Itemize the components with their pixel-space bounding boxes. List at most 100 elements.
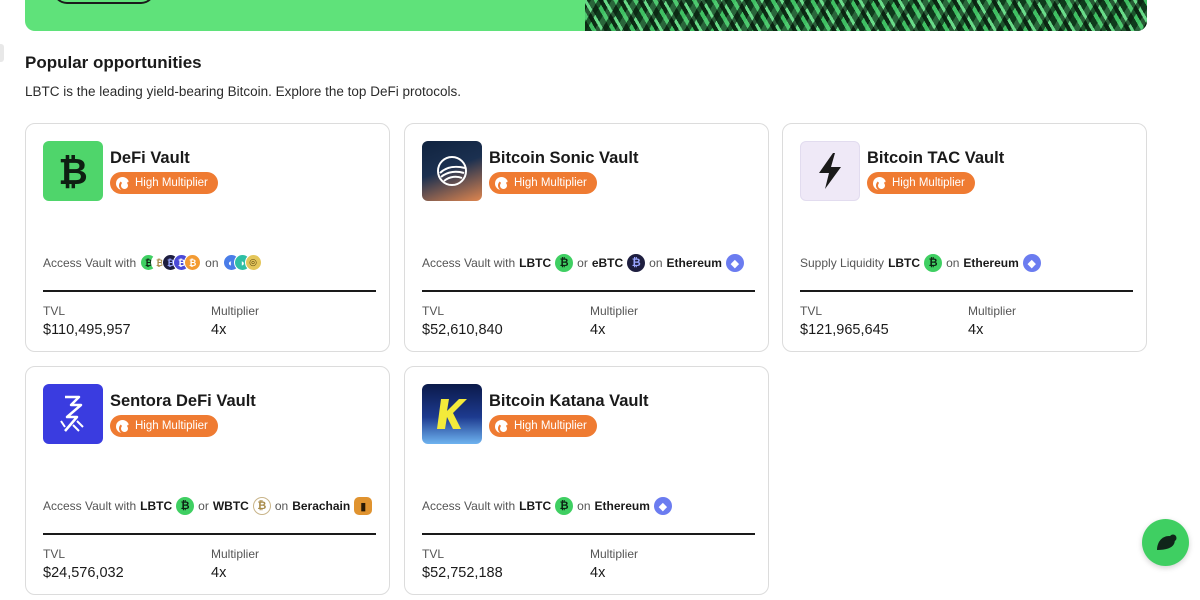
vault-card-tac[interactable]: Bitcoin TAC Vault High Multiplier Supply… bbox=[782, 123, 1147, 352]
multiplier-label: Multiplier bbox=[590, 547, 639, 561]
high-multiplier-badge: High Multiplier bbox=[489, 172, 597, 194]
on-word: on bbox=[577, 499, 591, 513]
divider bbox=[422, 533, 755, 535]
on-word: on bbox=[946, 256, 960, 270]
chat-icon bbox=[1156, 534, 1176, 550]
badge-label: High Multiplier bbox=[514, 420, 587, 432]
on-word: on bbox=[205, 255, 219, 270]
badge-label: High Multiplier bbox=[892, 177, 965, 189]
access-info: Access Vault with ₿ ₿ ₿ ₿ ₿ on ◐ ◑ ◎ bbox=[43, 254, 262, 271]
section-subtitle: LBTC is the leading yield-bearing Bitcoi… bbox=[25, 84, 461, 99]
multiplier-value: 4x bbox=[590, 565, 606, 581]
token-a-label: LBTC bbox=[140, 499, 173, 513]
banner-artwork bbox=[585, 0, 1147, 31]
on-word: on bbox=[274, 499, 289, 513]
access-prefix: Access Vault with bbox=[422, 256, 516, 270]
token-a-label: LBTC bbox=[519, 256, 552, 270]
tvl-value: $24,576,032 bbox=[43, 565, 124, 581]
chain-label: Ethereum bbox=[666, 256, 722, 270]
ethereum-icon: ◆ bbox=[653, 497, 672, 515]
svg-text:₿: ₿ bbox=[58, 152, 87, 191]
multiplier-icon bbox=[116, 419, 130, 434]
vault-name: DeFi Vault bbox=[110, 149, 190, 167]
berachain-icon: ▮ bbox=[354, 497, 373, 515]
divider bbox=[422, 290, 755, 292]
wbtc-token-icon: ₿ bbox=[252, 497, 271, 515]
high-multiplier-badge: High Multiplier bbox=[489, 415, 597, 437]
sonic-icon bbox=[437, 156, 467, 186]
access-info: Access Vault with LBTC ₿ on Ethereum ◆ bbox=[422, 497, 672, 515]
lightning-bolt-icon bbox=[819, 153, 841, 189]
multiplier-value: 4x bbox=[211, 322, 227, 338]
chat-button[interactable] bbox=[1142, 519, 1189, 566]
access-info: Supply Liquidity LBTC ₿ on Ethereum ◆ bbox=[800, 254, 1041, 272]
access-prefix: Supply Liquidity bbox=[800, 256, 885, 270]
vault-card-sonic[interactable]: Bitcoin Sonic Vault High Multiplier Acce… bbox=[404, 123, 769, 352]
badge-label: High Multiplier bbox=[514, 177, 587, 189]
promo-banner bbox=[25, 0, 1147, 31]
divider bbox=[800, 290, 1133, 292]
divider bbox=[43, 533, 376, 535]
chain-stack: ◐ ◑ ◎ bbox=[222, 254, 262, 271]
token-b-label: WBTC bbox=[212, 499, 249, 513]
vault-card-katana[interactable]: Bitcoin Katana Vault High Multiplier Acc… bbox=[404, 366, 769, 595]
vault-card-defi[interactable]: ₿ DeFi Vault High Multiplier Access Vaul… bbox=[25, 123, 390, 352]
or-word: or bbox=[198, 499, 209, 513]
divider bbox=[43, 290, 376, 292]
multiplier-icon bbox=[116, 176, 130, 191]
btc-token-icon: ₿ bbox=[184, 254, 202, 271]
tvl-label: TVL bbox=[800, 304, 823, 318]
high-multiplier-badge: High Multiplier bbox=[867, 172, 975, 194]
vault-card-sentora[interactable]: Sentora DeFi Vault High Multiplier Acces… bbox=[25, 366, 390, 595]
banner-button[interactable] bbox=[53, 0, 155, 4]
badge-label: High Multiplier bbox=[135, 177, 208, 189]
access-prefix: Access Vault with bbox=[43, 499, 137, 513]
badge-label: High Multiplier bbox=[135, 420, 208, 432]
tvl-label: TVL bbox=[43, 547, 66, 561]
ethereum-icon: ◆ bbox=[725, 254, 744, 272]
vault-name: Bitcoin TAC Vault bbox=[867, 149, 1005, 167]
multiplier-icon bbox=[495, 176, 509, 191]
multiplier-label: Multiplier bbox=[211, 304, 260, 318]
chain-icon: ◎ bbox=[244, 254, 262, 271]
multiplier-value: 4x bbox=[590, 322, 606, 338]
high-multiplier-badge: High Multiplier bbox=[110, 415, 218, 437]
multiplier-label: Multiplier bbox=[590, 304, 639, 318]
multiplier-icon bbox=[495, 419, 509, 434]
lbtc-token-icon: ₿ bbox=[555, 254, 574, 272]
katana-k-icon bbox=[437, 399, 467, 429]
lbtc-token-icon: ₿ bbox=[924, 254, 943, 272]
multiplier-icon bbox=[873, 176, 887, 191]
multiplier-value: 4x bbox=[968, 322, 984, 338]
bitcoin-icon: ₿ bbox=[58, 152, 87, 191]
access-prefix: Access Vault with bbox=[422, 499, 516, 513]
section-title: Popular opportunities bbox=[25, 53, 202, 72]
tvl-value: $52,610,840 bbox=[422, 322, 503, 338]
side-drawer-handle[interactable] bbox=[0, 44, 4, 62]
access-info: Access Vault with LBTC ₿ or eBTC ₿ on Et… bbox=[422, 254, 744, 272]
katana-logo bbox=[422, 384, 482, 444]
on-word: on bbox=[649, 256, 663, 270]
vault-name: Bitcoin Sonic Vault bbox=[489, 149, 639, 167]
vault-name: Bitcoin Katana Vault bbox=[489, 392, 649, 410]
multiplier-label: Multiplier bbox=[968, 304, 1017, 318]
token-b-label: eBTC bbox=[591, 256, 624, 270]
tvl-label: TVL bbox=[422, 547, 445, 561]
tac-bolt-logo bbox=[800, 141, 860, 201]
token-a-label: LBTC bbox=[519, 499, 552, 513]
tvl-value: $52,752,188 bbox=[422, 565, 503, 581]
token-stack: ₿ ₿ ₿ ₿ ₿ bbox=[140, 254, 202, 271]
multiplier-label: Multiplier bbox=[211, 547, 260, 561]
tvl-label: TVL bbox=[422, 304, 445, 318]
lbtc-token-icon: ₿ bbox=[176, 497, 195, 515]
tvl-label: TVL bbox=[43, 304, 66, 318]
tvl-value: $110,495,957 bbox=[43, 322, 131, 338]
lbtc-token-icon: ₿ bbox=[555, 497, 574, 515]
vault-name: Sentora DeFi Vault bbox=[110, 392, 256, 410]
chain-label: Berachain bbox=[292, 499, 351, 513]
high-multiplier-badge: High Multiplier bbox=[110, 172, 218, 194]
ebtc-token-icon: ₿ bbox=[627, 254, 646, 272]
token-a-label: LBTC bbox=[888, 256, 921, 270]
ethereum-icon: ◆ bbox=[1022, 254, 1041, 272]
sentora-logo bbox=[43, 384, 103, 444]
